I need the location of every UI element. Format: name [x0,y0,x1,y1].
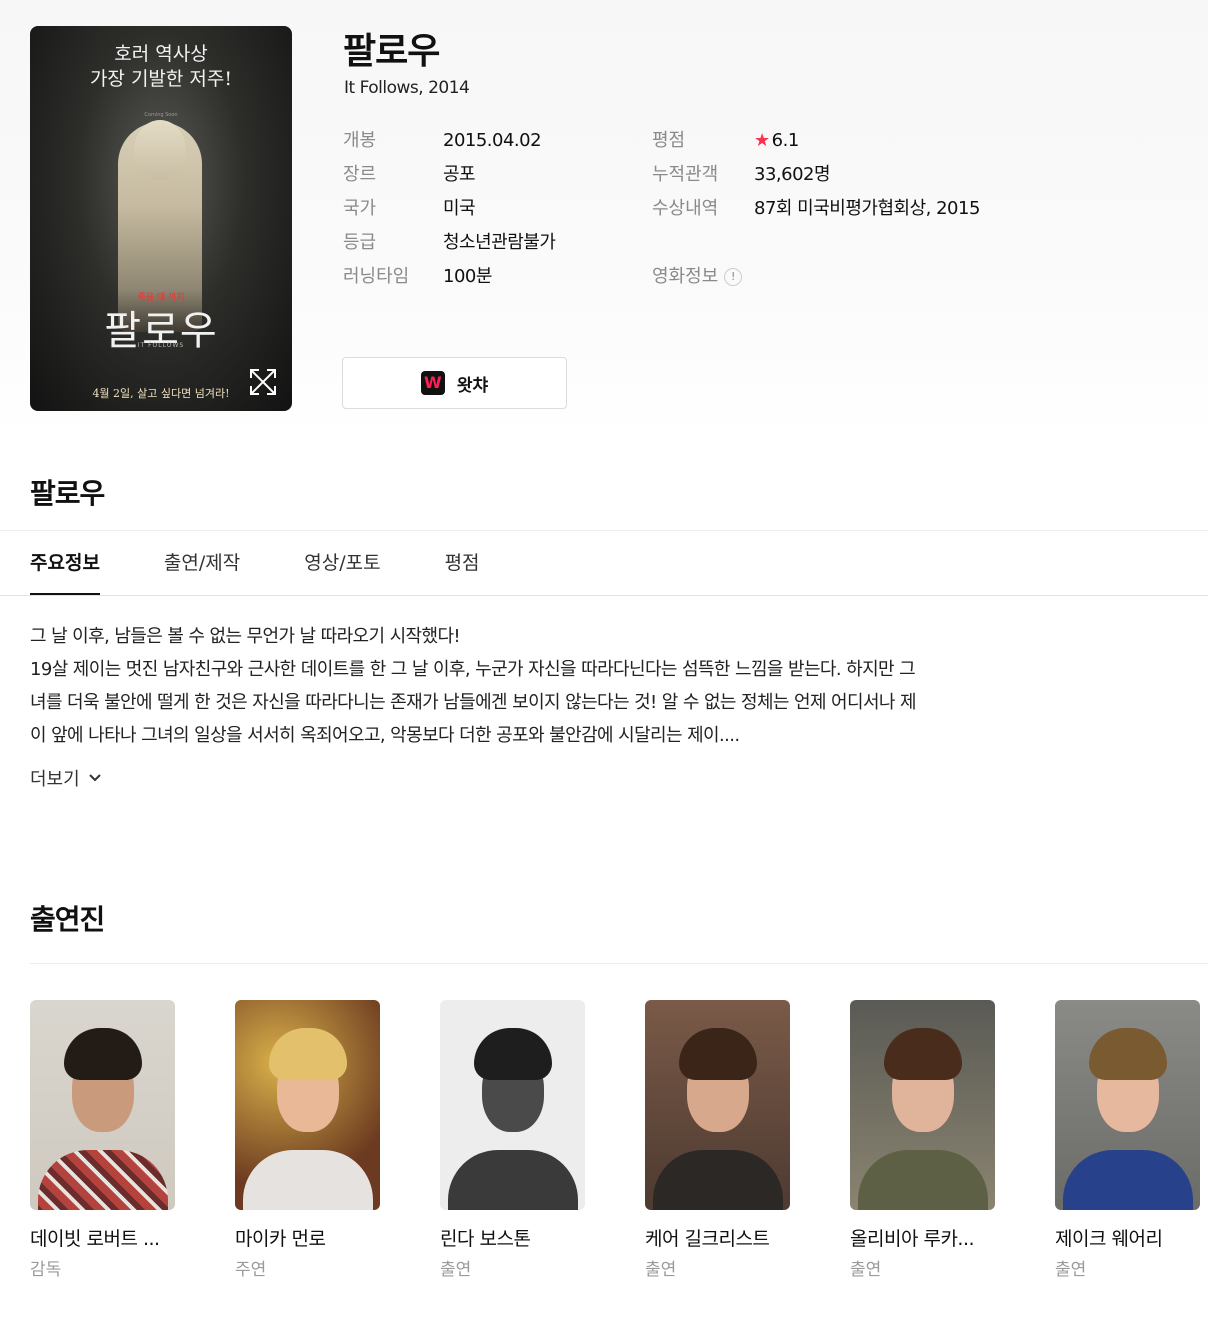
info-value: 청소년관람불가 [443,232,556,253]
info-right: 평점 ★ 6.1 누적관객 33,602명 수상내역 87회 미국비평가협회상, … [652,124,980,294]
watcha-button-label: 왓챠 [456,375,489,396]
tab-main-info[interactable]: 주요정보 [30,531,100,595]
info-row-empty [652,226,980,260]
cast-photo-shirt [653,1150,783,1210]
cast-role: 출연 [645,1260,677,1280]
cast-card[interactable]: 올리비아 루카... 출연 [850,1000,996,1280]
cast-section-title: 출연진 [30,903,105,936]
info-left: 개봉 2015.04.02 장르 공포 국가 미국 등급 청소년관람불가 러닝타… [343,124,556,294]
watcha-logo-icon: W [420,371,445,395]
cast-photo[interactable] [235,1000,380,1210]
info-label: 등급 [343,232,377,253]
info-row-runtime: 러닝타임 100분 [343,260,555,294]
cast-photo[interactable] [440,1000,585,1210]
cast-photo-shirt [38,1150,168,1210]
cast-photo-hair [64,1028,142,1080]
poster-tagline: 호러 역사상 가장 기발한 저주! [89,43,233,90]
cast-photo-hair [1089,1028,1167,1080]
cast-name: 데이빗 로버트 ... [30,1228,160,1250]
poster-small-credit: Coming Soon [144,112,178,118]
cast-photo-shirt [448,1150,578,1210]
info-label: 개봉 [343,130,377,151]
tab-video-photo[interactable]: 영상/포토 [304,531,380,595]
poster-english-title: IT FOLLOWS [137,342,185,349]
cast-photo[interactable] [850,1000,995,1210]
divider [0,595,1208,596]
info-icon[interactable]: ! [724,268,743,286]
cast-role: 출연 [850,1260,882,1280]
info-row-rating-grade: 등급 청소년관람불가 [343,226,556,260]
info-label: 국가 [343,198,377,219]
info-value: 2015.04.02 [443,130,542,151]
synopsis-line: 이 앞에 나타나 그녀의 일상을 서서히 옥죄어오고, 악몽보다 더한 공포와 … [30,725,740,746]
cast-photo-hair [884,1028,962,1080]
movie-subtitle: It Follows, 2014 [344,78,470,98]
cast-name: 마이카 먼로 [235,1228,326,1250]
synopsis-line: 19살 제이는 멋진 남자친구와 근사한 데이트를 한 그 날 이후, 누군가 … [30,659,916,680]
section-title: 팔로우 [30,477,105,510]
info-row-country: 국가 미국 [343,192,555,226]
info-row-award: 수상내역 87회 미국비평가협회상, 2015 [652,192,980,226]
info-row-audience: 누적관객 33,602명 [652,158,980,192]
info-value: 공포 [443,164,476,185]
synopsis-line: 녀를 더욱 불안에 떨게 한 것은 자신을 따라다니는 존재가 남들에겐 보이지… [30,692,917,713]
info-row-movie-info[interactable]: 영화정보 ! [652,260,980,294]
info-value: 미국 [443,198,476,219]
score-value: 6.1 [771,130,800,151]
more-label: 더보기 [30,769,80,790]
info-row-genre: 장르 공포 [343,158,555,192]
tab-cast-crew[interactable]: 출연/제작 [164,531,240,595]
info-value: ★ 6.1 [754,124,799,158]
cast-name: 올리비아 루카... [850,1228,975,1250]
award-link[interactable]: 87회 미국비평가협회상, 2015 [754,192,980,226]
cast-photo-hair [474,1028,552,1080]
synopsis: 그 날 이후, 남들은 볼 수 없는 무언가 날 따라오기 시작했다! 19살 … [30,620,1030,752]
cast-photo-hair [679,1028,757,1080]
cast-role: 감독 [30,1260,62,1280]
info-value: 33,602명 [754,164,831,185]
tab-ratings[interactable]: 평점 [445,531,480,595]
tab-bar: 주요정보 출연/제작 영상/포토 평점 [30,531,544,595]
cast-photo-hair [269,1028,347,1080]
star-icon: ★ [754,130,770,151]
cast-photo-shirt [858,1150,988,1210]
chevron-down-icon [88,774,101,782]
cast-name: 린다 보스톤 [440,1228,531,1250]
cast-photo-shirt [243,1150,373,1210]
poster-figure-head [134,120,186,180]
cast-photo-shirt [1063,1150,1193,1210]
more-button[interactable]: 더보기 [30,765,102,791]
info-value: 100분 [443,266,492,287]
cast-role: 출연 [440,1260,472,1280]
synopsis-line: 그 날 이후, 남들은 볼 수 없는 무언가 날 따라오기 시작했다! [30,626,461,647]
movie-info-label[interactable]: 영화정보 [652,260,718,294]
info-label: 장르 [343,164,377,185]
cast-card[interactable]: 제이크 웨어리 출연 [1055,1000,1201,1280]
cast-card[interactable]: 데이빗 로버트 ... 감독 [30,1000,176,1280]
cast-card[interactable]: 린다 보스톤 출연 [440,1000,586,1280]
movie-title: 팔로우 [343,31,440,72]
cast-photo[interactable] [1055,1000,1200,1210]
movie-poster[interactable]: 호러 역사상 가장 기발한 저주! Coming Soon 죽을 때 까지 팔로… [30,26,292,411]
info-label: 평점 [652,130,686,151]
cast-photo[interactable] [30,1000,175,1210]
cast-name: 제이크 웨어리 [1055,1228,1163,1250]
cast-card[interactable]: 케어 길크리스트 출연 [645,1000,791,1280]
watcha-button[interactable]: W 왓챠 [342,357,567,409]
cast-name: 케어 길크리스트 [645,1228,770,1250]
expand-icon[interactable] [248,367,278,397]
cast-role: 주연 [235,1260,267,1280]
info-row-score: 평점 ★ 6.1 [652,124,980,158]
info-label: 러닝타임 [343,266,410,287]
cast-card[interactable]: 마이카 먼로 주연 [235,1000,381,1280]
divider [30,963,1208,964]
info-row-release: 개봉 2015.04.02 [343,124,555,158]
info-label: 수상내역 [652,198,719,219]
cast-photo[interactable] [645,1000,790,1210]
info-label: 누적관객 [652,164,719,185]
cast-role: 출연 [1055,1260,1087,1280]
